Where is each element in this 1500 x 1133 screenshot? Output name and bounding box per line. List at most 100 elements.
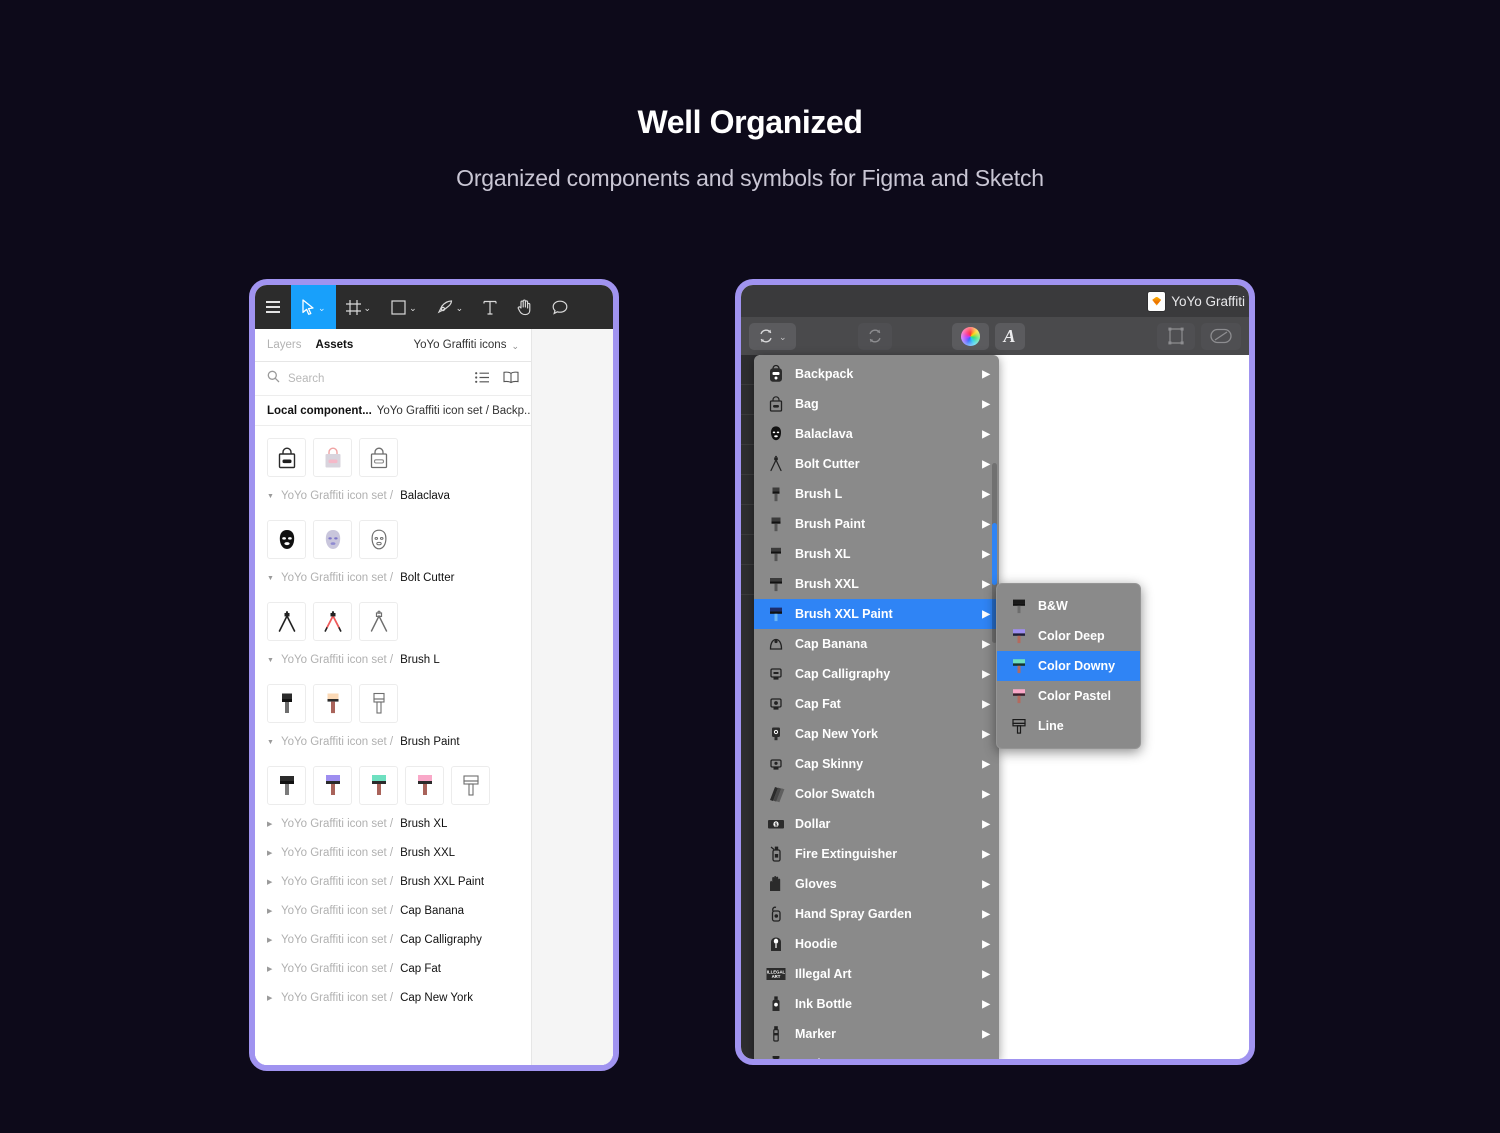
menu-item-brush-xxl-paint[interactable]: Brush XXL Paint ▶: [754, 599, 999, 629]
pen-tool[interactable]: ⌄: [427, 285, 474, 329]
submenu-arrow-icon: ▶: [982, 548, 990, 560]
asset-brushpaint-green[interactable]: [359, 766, 398, 805]
menu-item-bolt-cutter[interactable]: Bolt Cutter ▶: [754, 449, 999, 479]
menu-item-gloves[interactable]: Gloves ▶: [754, 869, 999, 899]
group-header-brush-xxl[interactable]: ▶ YoYo Graffiti icon set / Brush XXL: [255, 838, 531, 867]
group-header-bolt-cutter[interactable]: ▼ YoYo Graffiti icon set / Bolt Cutter: [255, 563, 531, 592]
comment-tool[interactable]: [542, 285, 578, 329]
menu-item-cap-calligraphy[interactable]: Cap Calligraphy ▶: [754, 659, 999, 689]
group-header-cap-banana[interactable]: ▶ YoYo Graffiti icon set / Cap Banana: [255, 896, 531, 925]
menu-item-color-swatch[interactable]: Color Swatch ▶: [754, 779, 999, 809]
shape-tool[interactable]: ⌄: [381, 285, 427, 329]
menu-item-cap-fat[interactable]: Cap Fat ▶: [754, 689, 999, 719]
asset-brushl-black[interactable]: [267, 684, 306, 723]
submenu-arrow-icon: ▶: [982, 368, 990, 380]
tab-assets[interactable]: Assets: [316, 339, 354, 351]
dollar-icon: $: [766, 814, 786, 834]
asset-bag-outline[interactable]: [267, 438, 306, 477]
group-name: Cap Banana: [400, 905, 465, 917]
submenu-item-color-deep[interactable]: Color Deep: [997, 621, 1140, 651]
menu-item-label: Marker: [795, 1027, 836, 1041]
menu-item-label: Bolt Cutter: [795, 457, 860, 471]
move-tool[interactable]: ⌄: [291, 285, 336, 329]
rotate-button[interactable]: [857, 322, 892, 350]
assets-list[interactable]: ▼ YoYo Graffiti icon set / Balaclava ▼ Y…: [255, 426, 531, 1065]
menu-item-illegal-art[interactable]: ILLEGAL ART Illegal Art ▶: [754, 959, 999, 989]
rotate-copies-button[interactable]: ⌄: [749, 322, 796, 350]
menu-item-hand-spray-garden[interactable]: Hand Spray Garden ▶: [754, 899, 999, 929]
menu-item-brush-xl[interactable]: Brush XL ▶: [754, 539, 999, 569]
text-tool[interactable]: [473, 285, 507, 329]
menu-item-brush-paint[interactable]: Brush Paint ▶: [754, 509, 999, 539]
local-components-path: YoYo Graffiti icon set / Backp...: [376, 404, 531, 417]
asset-brushpaint-purple[interactable]: [313, 766, 352, 805]
submenu-arrow-icon: ▶: [982, 398, 990, 410]
menu-item-brush-l[interactable]: Brush L ▶: [754, 479, 999, 509]
frame-tool[interactable]: ⌄: [336, 285, 382, 329]
asset-brushpaint-bw[interactable]: [267, 766, 306, 805]
menu-item-backpack[interactable]: Backpack ▶: [754, 359, 999, 389]
text-style-button[interactable]: A: [994, 322, 1025, 350]
submenu-item-line[interactable]: Line: [997, 711, 1140, 741]
menu-item-marker[interactable]: Marker ▶: [754, 1019, 999, 1049]
mask-button[interactable]: [1201, 322, 1241, 350]
group-header-brush-xxl-paint[interactable]: ▶ YoYo Graffiti icon set / Brush XXL Pai…: [255, 867, 531, 896]
menu-item-balaclava[interactable]: Balaclava ▶: [754, 419, 999, 449]
menu-item-dollar[interactable]: $ Dollar ▶: [754, 809, 999, 839]
group-header-cap-calligraphy[interactable]: ▶ YoYo Graffiti icon set / Cap Calligrap…: [255, 925, 531, 954]
asset-boltcutter-red[interactable]: [313, 602, 352, 641]
menu-item-cap-banana[interactable]: Cap Banana ▶: [754, 629, 999, 659]
group-name: Cap New York: [400, 992, 473, 1004]
search-bar[interactable]: Search: [255, 362, 531, 396]
asset-bag-pink[interactable]: [313, 438, 352, 477]
menu-item-cap-new-york[interactable]: Cap New York ▶: [754, 719, 999, 749]
asset-balaclava-black[interactable]: [267, 520, 306, 559]
menu-item-label: Brush L: [795, 487, 843, 501]
backpack-icon: [766, 364, 786, 384]
figma-canvas[interactable]: [532, 329, 613, 1065]
menu-item-cap-skinny[interactable]: Cap Skinny ▶: [754, 749, 999, 779]
library-selector[interactable]: YoYo Graffiti icons ⌄: [414, 339, 519, 351]
menu-item-label: Balaclava: [795, 427, 853, 441]
asset-boltcutter-outline[interactable]: [359, 602, 398, 641]
menu-item-fire-extinguisher[interactable]: Fire Extinguisher ▶: [754, 839, 999, 869]
asset-brushpaint-pink[interactable]: [405, 766, 444, 805]
asset-balaclava-lavender[interactable]: [313, 520, 352, 559]
sketch-submenu[interactable]: B&W Color Deep Color Downy Color Pastel …: [996, 583, 1141, 749]
group-header-brush-l[interactable]: ▼ YoYo Graffiti icon set / Brush L: [255, 645, 531, 674]
submenu-item-bw[interactable]: B&W: [997, 591, 1140, 621]
group-prefix: YoYo Graffiti icon set /: [281, 736, 394, 748]
asset-brushpaint-line[interactable]: [451, 766, 490, 805]
menu-item-hoodie[interactable]: Hoodie ▶: [754, 929, 999, 959]
asset-brushl-outline[interactable]: [359, 684, 398, 723]
menu-item-ink-bottle[interactable]: Ink Bottle ▶: [754, 989, 999, 1019]
chevron-down-icon: ⌄: [779, 331, 787, 342]
asset-bag-gray-outline[interactable]: [359, 438, 398, 477]
submenu-item-color-downy[interactable]: Color Downy: [997, 651, 1140, 681]
hamburger-menu-icon[interactable]: [255, 285, 291, 329]
selection-button[interactable]: [1157, 322, 1195, 350]
group-header-cap-new-york[interactable]: ▶ YoYo Graffiti icon set / Cap New York: [255, 983, 531, 1012]
menu-item-bag[interactable]: Bag ▶: [754, 389, 999, 419]
asset-brushl-peach[interactable]: [313, 684, 352, 723]
search-input[interactable]: Search: [288, 373, 467, 385]
menu-item-marker-mop[interactable]: Marker Mop ▶: [754, 1049, 999, 1059]
hand-tool[interactable]: [507, 285, 542, 329]
group-header-cap-fat[interactable]: ▶ YoYo Graffiti icon set / Cap Fat: [255, 954, 531, 983]
group-header-balaclava[interactable]: ▼ YoYo Graffiti icon set / Balaclava: [255, 481, 531, 510]
list-view-icon[interactable]: [475, 370, 489, 388]
brush-paint-icon: [766, 514, 786, 534]
color-picker-button[interactable]: [951, 322, 989, 350]
asset-boltcutter-black[interactable]: [267, 602, 306, 641]
sketch-symbols-menu[interactable]: Backpack ▶ Bag ▶ Balaclava ▶ Bolt Cutter…: [754, 355, 999, 1059]
group-header-brush-xl[interactable]: ▶ YoYo Graffiti icon set / Brush XL: [255, 809, 531, 838]
local-components-label: Local component...: [267, 404, 372, 417]
book-view-icon[interactable]: [503, 370, 519, 388]
group-name: Cap Fat: [400, 963, 442, 975]
submenu-item-color-pastel[interactable]: Color Pastel: [997, 681, 1140, 711]
figma-panel-tabs: Layers Assets YoYo Graffiti icons ⌄: [255, 329, 531, 362]
group-header-brush-paint[interactable]: ▼ YoYo Graffiti icon set / Brush Paint: [255, 727, 531, 756]
menu-item-brush-xxl[interactable]: Brush XXL ▶: [754, 569, 999, 599]
tab-layers[interactable]: Layers: [267, 339, 302, 351]
asset-balaclava-outline[interactable]: [359, 520, 398, 559]
